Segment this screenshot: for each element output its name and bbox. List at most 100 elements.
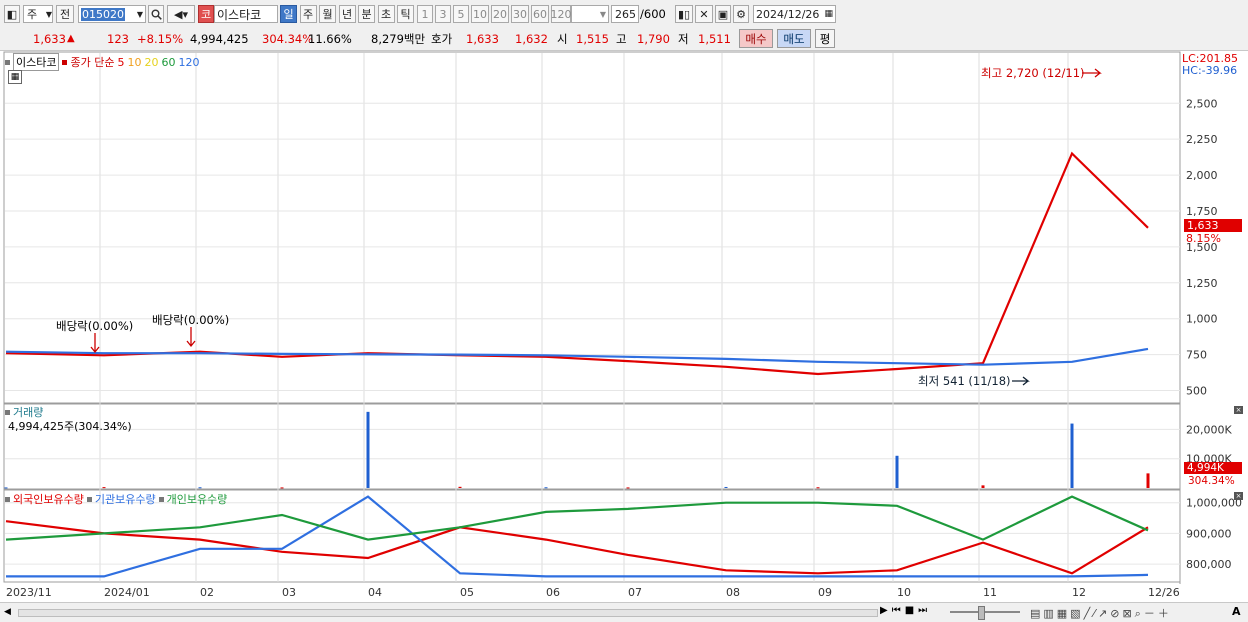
chevron-down-icon: ▼ <box>45 9 52 19</box>
avg-button[interactable]: 평 <box>815 29 835 48</box>
price-tick-label: 750 <box>1186 349 1207 362</box>
x-tick-label: 02 <box>200 586 214 599</box>
price-tick-label: 2,000 <box>1186 169 1218 182</box>
crosshair-icon[interactable]: ✕ <box>695 5 713 23</box>
volume-tick-label: 20,000K <box>1186 423 1232 436</box>
x-tick-label: 09 <box>818 586 832 599</box>
stock-code-input[interactable]: 015020 ▼ <box>78 5 146 23</box>
legend-institution[interactable]: 기관보유수량 <box>95 491 156 507</box>
volume-bar <box>280 487 284 489</box>
price-legend: 이스타코 종가 단순 5 10 20 60 120 <box>5 53 199 71</box>
stock-name-field[interactable]: 이스타코 <box>214 5 278 23</box>
holdings-legend: 외국인보유수량 기관보유수량 개인보유수량 <box>5 491 227 507</box>
interval-button-5[interactable]: 5 <box>453 5 469 23</box>
period-button-2[interactable]: 월 <box>319 5 336 23</box>
interval-button-30[interactable]: 30 <box>511 5 529 23</box>
window-menu-icon[interactable]: ◧ <box>4 5 20 23</box>
legend-retail[interactable]: 개인보유수량 <box>167 491 228 507</box>
interval-select[interactable]: ▼ <box>571 5 609 23</box>
interval-button-60[interactable]: 60 <box>531 5 549 23</box>
hc-label: HC:-39.96 <box>1182 64 1238 77</box>
x-tick-label: 07 <box>628 586 642 599</box>
interval-button-3[interactable]: 3 <box>435 5 451 23</box>
legend-ma-label[interactable]: 종가 단순 <box>70 54 114 70</box>
chevron-down-icon: ▼ <box>599 9 606 19</box>
turnover-ratio: 11.66% <box>308 32 352 46</box>
legend-bullet-icon <box>5 409 10 415</box>
ask-price: 1,633 <box>466 32 499 46</box>
change-arrow-icon: ▲ <box>67 33 75 44</box>
high-label: 고 <box>616 32 627 46</box>
volume-value: 4,994,425 <box>190 32 249 46</box>
open-label: 시 <box>557 32 568 46</box>
volume-panel <box>3 403 1181 490</box>
dividend-annotation-2: 배당락(0.00%) <box>152 313 230 327</box>
volume-bar <box>544 487 548 489</box>
period-button-0[interactable]: 일 <box>280 5 297 23</box>
font-size-icon[interactable]: A <box>1232 605 1241 618</box>
current-pct-tag: 8.15% <box>1186 232 1221 245</box>
prev-button[interactable]: 전 <box>56 5 74 23</box>
buy-button[interactable]: 매수 <box>739 29 773 48</box>
close-icon[interactable]: × <box>1234 492 1243 500</box>
interval-button-1[interactable]: 1 <box>417 5 433 23</box>
x-tick-label: 06 <box>546 586 560 599</box>
volume-bar <box>4 487 8 489</box>
legend-foreign[interactable]: 외국인보유수량 <box>13 491 84 507</box>
sound-icon[interactable]: ◀▾ <box>167 5 195 23</box>
period-button-5[interactable]: 초 <box>377 5 395 23</box>
price-tick-label: 1,750 <box>1186 205 1218 218</box>
volume-bar <box>1070 423 1074 488</box>
x-tick-label: 03 <box>282 586 296 599</box>
period-button-4[interactable]: 분 <box>358 5 375 23</box>
market-select[interactable]: 주 ▼ <box>23 5 53 23</box>
legend-bullet-icon <box>62 59 68 65</box>
zoom-slider[interactable] <box>950 611 1020 613</box>
table-icon[interactable]: ▦ <box>8 70 22 84</box>
bid-price: 1,632 <box>515 32 548 46</box>
chart-area: 2023/11 2024/01 02 03 04 05 06 07 08 09 10 11 12 12/2… <box>0 51 1248 602</box>
market-select-value: 주 <box>27 8 38 21</box>
dividend-annotation-1: 배당락(0.00%) <box>56 319 134 333</box>
close-icon[interactable]: × <box>1234 406 1243 414</box>
interval-button-120[interactable]: 120 <box>551 5 572 23</box>
toolbar: ◧ 주 ▼ 전 015020 ▼ ◀▾ 코 이스타코 일주월년분초틱 1 3 5 10 2… <box>0 0 1248 29</box>
legend-ma20: 20 <box>144 55 159 69</box>
scroll-left-icon[interactable]: ◀ <box>4 605 16 619</box>
volume-bar <box>198 487 202 489</box>
interval-button-10[interactable]: 10 <box>471 5 489 23</box>
zoom-slider-handle[interactable] <box>978 606 985 620</box>
legend-stock-name[interactable]: 이스타코 <box>13 53 60 71</box>
holdings-tick-label: 900,000 <box>1186 527 1232 540</box>
legend-ma60: 60 <box>161 55 176 69</box>
high-annotation: 최고 2,720 (12/11) <box>981 66 1085 80</box>
period-button-3[interactable]: 년 <box>338 5 356 23</box>
price-tick-label: 2,250 <box>1186 133 1218 146</box>
save-icon[interactable]: ▣ <box>715 5 731 23</box>
count-input[interactable]: 265 <box>611 5 639 23</box>
price-tick-label: 1,250 <box>1186 277 1218 290</box>
chart-tools-icons[interactable]: ▤▥▦▧╱⁄↗⊘⊠⌕－＋ <box>1030 605 1172 621</box>
gear-icon[interactable]: ⚙ <box>733 5 749 23</box>
legend-bullet-icon <box>5 59 10 65</box>
volume-bar <box>1146 473 1150 488</box>
horizontal-scrollbar[interactable] <box>18 609 878 617</box>
candle-type-icon[interactable]: ▮▯ <box>675 5 693 23</box>
volume-bar <box>102 487 106 489</box>
volume-bar <box>895 455 899 488</box>
x-tick-label: 12 <box>1072 586 1086 599</box>
interval-button-20[interactable]: 20 <box>491 5 509 23</box>
search-icon[interactable] <box>148 5 164 23</box>
price-change: 123 <box>107 32 129 46</box>
playback-controls[interactable]: ▶⏮■⏭ <box>880 605 931 616</box>
date-input[interactable]: 2024/12/26 ▦ <box>753 5 836 23</box>
ask-label: 호가 <box>431 32 453 46</box>
sell-button[interactable]: 매도 <box>777 29 811 48</box>
period-button-1[interactable]: 주 <box>299 5 317 23</box>
low-price: 1,511 <box>698 32 731 46</box>
low-annotation: 최저 541 (11/18) <box>918 374 1011 388</box>
volume-readout: 4,994,425주(304.34%) <box>8 420 132 433</box>
period-button-6[interactable]: 틱 <box>397 5 414 23</box>
price-panel <box>3 51 1181 404</box>
legend-bullet-icon <box>5 496 10 502</box>
